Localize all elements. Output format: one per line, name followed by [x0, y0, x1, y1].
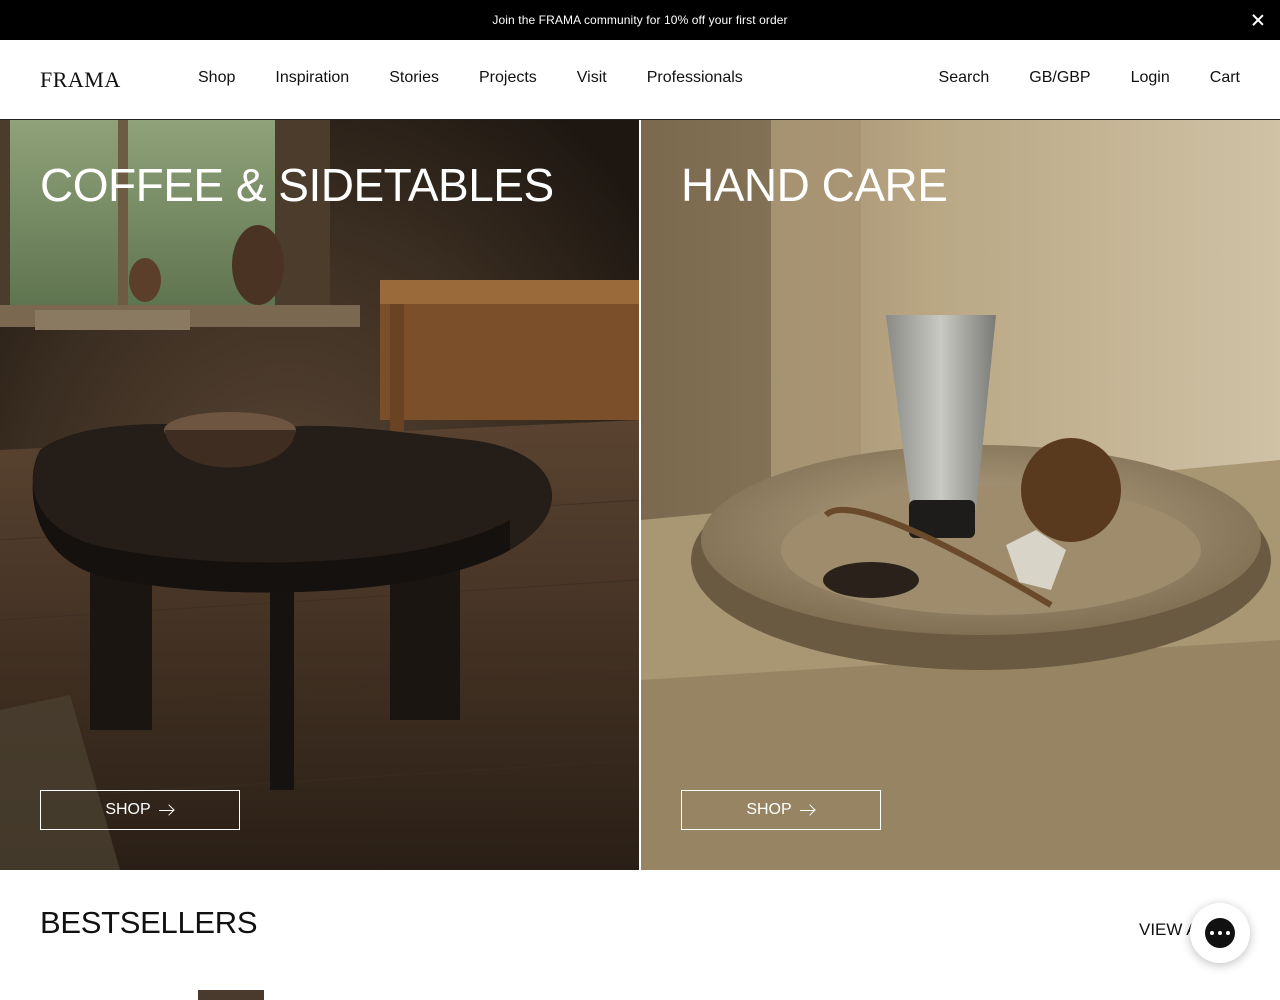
shop-button-label: SHOP [746, 801, 792, 818]
logo[interactable]: FRAMA [40, 67, 121, 93]
view-all-link[interactable]: VIEW A [1139, 920, 1198, 940]
nav-shop[interactable]: Shop [198, 69, 235, 87]
hero-right-title: HAND CARE [681, 159, 948, 211]
product-thumbnail[interactable] [198, 990, 264, 1000]
hero-left-title: COFFEE & SIDETABLES [40, 159, 554, 211]
bestsellers-heading: BESTSELLERS [40, 905, 258, 940]
site-header: FRAMA Shop Inspiration Stories Projects … [0, 40, 1280, 120]
cart-link[interactable]: Cart [1210, 69, 1240, 87]
chat-icon [1205, 918, 1235, 948]
main-nav: Shop Inspiration Stories Projects Visit … [198, 69, 783, 87]
arrow-right-icon [799, 804, 816, 816]
coffee-table-image [0, 120, 639, 870]
hand-care-image [641, 120, 1280, 870]
nav-projects[interactable]: Projects [479, 69, 537, 87]
nav-professionals[interactable]: Professionals [647, 69, 743, 87]
shop-button-label: SHOP [105, 801, 151, 818]
hero-hand-care[interactable]: HAND CARE SHOP [641, 120, 1280, 870]
login-link[interactable]: Login [1131, 69, 1170, 87]
nav-visit[interactable]: Visit [577, 69, 607, 87]
announcement-bar: Join the FRAMA community for 10% off you… [0, 0, 1280, 40]
arrow-right-icon [158, 804, 175, 816]
chat-launcher[interactable] [1190, 903, 1250, 963]
nav-inspiration[interactable]: Inspiration [275, 69, 349, 87]
shop-hand-care-button[interactable]: SHOP [681, 790, 881, 830]
close-icon[interactable] [1250, 12, 1266, 28]
hero-coffee-sidetables[interactable]: COFFEE & SIDETABLES SHOP [0, 120, 639, 870]
announcement-text: Join the FRAMA community for 10% off you… [492, 13, 788, 27]
search-link[interactable]: Search [939, 69, 990, 87]
nav-stories[interactable]: Stories [389, 69, 439, 87]
utility-nav: Search GB/GBP Login Cart [899, 69, 1240, 87]
shop-coffee-tables-button[interactable]: SHOP [40, 790, 240, 830]
region-selector[interactable]: GB/GBP [1029, 69, 1090, 87]
